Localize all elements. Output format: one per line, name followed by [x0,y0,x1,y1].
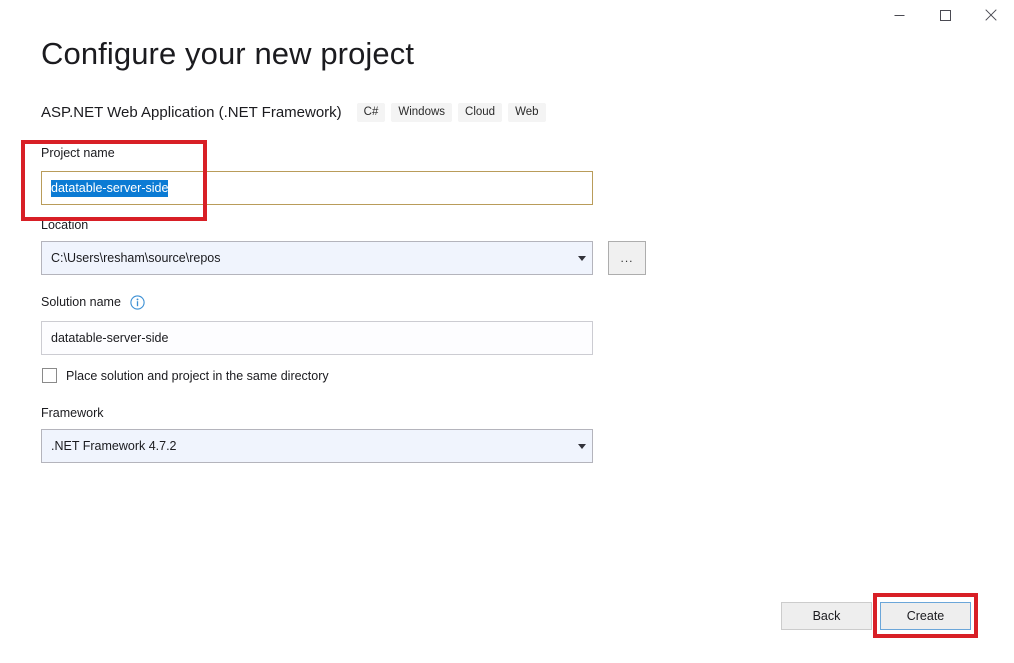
solution-name-label: Solution name [41,295,121,309]
minimize-icon [894,14,904,16]
tag-pill-cloud: Cloud [458,103,503,122]
info-icon[interactable] [130,295,146,310]
tag-pill-platform: Windows [391,103,453,122]
close-button[interactable] [968,0,1014,30]
title-bar [0,0,1014,30]
project-name-label: Project name [41,146,115,160]
project-name-value: datatable-server-side [51,179,169,197]
location-combobox[interactable]: C:\Users\resham\source\repos [41,241,593,275]
location-value: C:\Users\resham\source\repos [51,251,221,265]
location-label: Location [41,218,89,232]
chevron-down-icon[interactable] [572,242,592,274]
same-directory-checkbox[interactable] [42,368,57,383]
solution-name-value: datatable-server-side [51,331,169,345]
same-directory-checkbox-row[interactable]: Place solution and project in the same d… [42,368,329,383]
framework-value: .NET Framework 4.7.2 [51,439,177,453]
back-button[interactable]: Back [781,602,872,630]
minimize-button[interactable] [876,0,922,30]
tag-pill-language: C# [356,103,386,122]
framework-combobox[interactable]: .NET Framework 4.7.2 [41,429,593,463]
solution-name-input[interactable]: datatable-server-side [41,321,593,355]
solution-name-label-row: Solution name [41,295,146,310]
template-name: ASP.NET Web Application (.NET Framework) [41,103,342,121]
tag-pill-web: Web [508,103,546,122]
template-summary-row: ASP.NET Web Application (.NET Framework)… [41,103,552,122]
page-title: Configure your new project [41,36,415,71]
create-button[interactable]: Create [880,602,971,630]
same-directory-label: Place solution and project in the same d… [66,368,329,383]
maximize-button[interactable] [922,0,968,30]
project-name-input[interactable]: datatable-server-side [41,171,593,205]
maximize-icon [939,9,951,21]
chevron-down-icon[interactable] [572,430,592,462]
close-icon [985,9,997,21]
browse-location-button[interactable]: ... [608,241,646,275]
framework-label: Framework [41,406,104,420]
tag-pill-list: C# Windows Cloud Web [356,103,552,122]
